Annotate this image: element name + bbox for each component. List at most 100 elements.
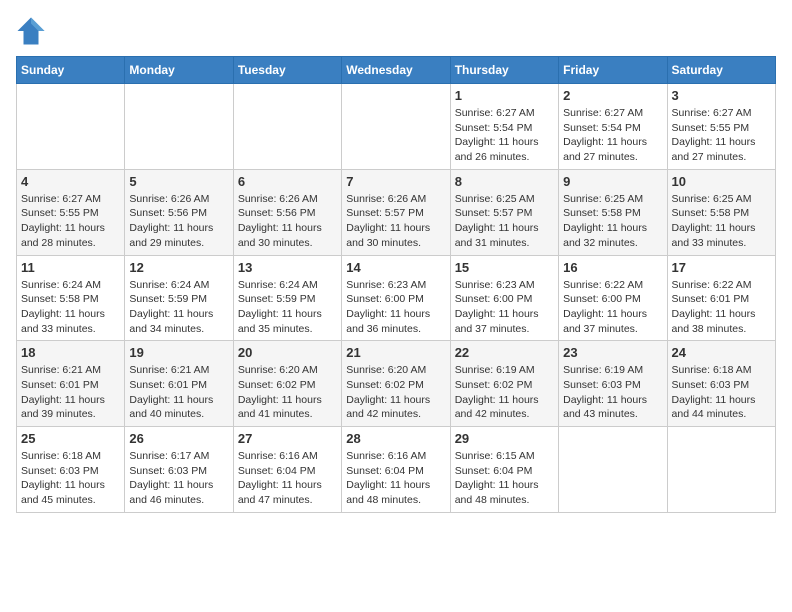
dow-header-thursday: Thursday xyxy=(450,57,558,84)
day-number: 5 xyxy=(129,174,228,189)
day-number: 21 xyxy=(346,345,445,360)
logo xyxy=(16,16,50,46)
calendar-cell xyxy=(667,427,775,513)
calendar-cell: 13Sunrise: 6:24 AM Sunset: 5:59 PM Dayli… xyxy=(233,255,341,341)
day-info: Sunrise: 6:22 AM Sunset: 6:00 PM Dayligh… xyxy=(563,278,662,337)
calendar-cell: 8 Sunrise: 6:25 AM Sunset: 5:57 PM Daylig… xyxy=(450,169,558,255)
calendar-cell: 20 Sunrise: 6:20 AM Sunset: 6:02 PM Dayli… xyxy=(233,341,341,427)
page-header xyxy=(16,16,776,46)
day-info: Sunrise: 6:21 AM Sunset: 6:01 PM Dayligh… xyxy=(129,363,228,422)
day-number: 4 xyxy=(21,174,120,189)
day-number: 24 xyxy=(672,345,771,360)
calendar-cell: 26 Sunrise: 6:17 AM Sunset: 6:03 PM Dayli… xyxy=(125,427,233,513)
calendar-cell: 10 Sunrise: 6:25 AM Sunset: 5:58 PM Dayli… xyxy=(667,169,775,255)
day-number: 28 xyxy=(346,431,445,446)
calendar-cell xyxy=(342,84,450,170)
calendar-week-3: 11 Sunrise: 6:24 AM Sunset: 5:58 PM Dayli… xyxy=(17,255,776,341)
day-number: 18 xyxy=(21,345,120,360)
calendar-cell: 9 Sunrise: 6:25 AM Sunset: 5:58 PM Daylig… xyxy=(559,169,667,255)
dow-header-saturday: Saturday xyxy=(667,57,775,84)
day-info: Sunrise: 6:18 AM Sunset: 6:03 PM Dayligh… xyxy=(21,449,120,508)
calendar-cell: 29 Sunrise: 6:15 AM Sunset: 6:04 PM Dayli… xyxy=(450,427,558,513)
calendar-cell: 11 Sunrise: 6:24 AM Sunset: 5:58 PM Dayli… xyxy=(17,255,125,341)
day-number: 25 xyxy=(21,431,120,446)
day-info: Sunrise: 6:27 AM Sunset: 5:54 PM Dayligh… xyxy=(455,106,554,165)
day-info: Sunrise: 6:24 AM Sunset: 5:59 PM Dayligh… xyxy=(238,278,337,337)
calendar-cell: 15 Sunrise: 6:23 AM Sunset: 6:00 PM Dayli… xyxy=(450,255,558,341)
day-number: 3 xyxy=(672,88,771,103)
calendar-cell: 24Sunrise: 6:18 AM Sunset: 6:03 PM Dayli… xyxy=(667,341,775,427)
calendar-week-1: 1 Sunrise: 6:27 AM Sunset: 5:54 PM Daylig… xyxy=(17,84,776,170)
calendar-body: 1 Sunrise: 6:27 AM Sunset: 5:54 PM Daylig… xyxy=(17,84,776,513)
day-info: Sunrise: 6:20 AM Sunset: 6:02 PM Dayligh… xyxy=(238,363,337,422)
day-number: 27 xyxy=(238,431,337,446)
calendar-cell: 18Sunrise: 6:21 AM Sunset: 6:01 PM Dayli… xyxy=(17,341,125,427)
day-info: Sunrise: 6:27 AM Sunset: 5:55 PM Dayligh… xyxy=(21,192,120,251)
day-number: 1 xyxy=(455,88,554,103)
logo-icon xyxy=(16,16,46,46)
calendar-cell: 23 Sunrise: 6:19 AM Sunset: 6:03 PM Dayli… xyxy=(559,341,667,427)
calendar-cell xyxy=(17,84,125,170)
day-number: 29 xyxy=(455,431,554,446)
calendar-cell: 14 Sunrise: 6:23 AM Sunset: 6:00 PM Dayli… xyxy=(342,255,450,341)
calendar-cell xyxy=(233,84,341,170)
day-number: 9 xyxy=(563,174,662,189)
day-number: 23 xyxy=(563,345,662,360)
day-info: Sunrise: 6:19 AM Sunset: 6:03 PM Dayligh… xyxy=(563,363,662,422)
days-of-week-row: SundayMondayTuesdayWednesdayThursdayFrid… xyxy=(17,57,776,84)
day-info: Sunrise: 6:24 AM Sunset: 5:58 PM Dayligh… xyxy=(21,278,120,337)
calendar-week-4: 18 Sunrise: 6:21 AM Sunset: 6:01 PM Dayli… xyxy=(17,341,776,427)
day-number: 26 xyxy=(129,431,228,446)
day-number: 20 xyxy=(238,345,337,360)
day-number: 10 xyxy=(672,174,771,189)
day-number: 14 xyxy=(346,260,445,275)
day-number: 22 xyxy=(455,345,554,360)
day-info: Sunrise: 6:25 AM Sunset: 5:58 PM Dayligh… xyxy=(563,192,662,251)
day-number: 19 xyxy=(129,345,228,360)
day-info: Sunrise: 6:22 AM Sunset: 6:01 PM Dayligh… xyxy=(672,278,771,337)
day-info: Sunrise: 6:25 AM Sunset: 5:58 PM Dayligh… xyxy=(672,192,771,251)
calendar-week-5: 25 Sunrise: 6:18 AM Sunset: 6:03 PM Dayli… xyxy=(17,427,776,513)
calendar-week-2: 4 Sunrise: 6:27 AM Sunset: 5:55 PM Daylig… xyxy=(17,169,776,255)
day-info: Sunrise: 6:16 AM Sunset: 6:04 PM Dayligh… xyxy=(238,449,337,508)
day-info: Sunrise: 6:23 AM Sunset: 6:00 PM Dayligh… xyxy=(455,278,554,337)
day-info: Sunrise: 6:15 AM Sunset: 6:04 PM Dayligh… xyxy=(455,449,554,508)
calendar-cell: 27 Sunrise: 6:16 AM Sunset: 6:04 PM Dayli… xyxy=(233,427,341,513)
day-info: Sunrise: 6:26 AM Sunset: 5:57 PM Dayligh… xyxy=(346,192,445,251)
day-number: 6 xyxy=(238,174,337,189)
calendar-cell: 28Sunrise: 6:16 AM Sunset: 6:04 PM Dayli… xyxy=(342,427,450,513)
day-number: 15 xyxy=(455,260,554,275)
day-info: Sunrise: 6:24 AM Sunset: 5:59 PM Dayligh… xyxy=(129,278,228,337)
dow-header-monday: Monday xyxy=(125,57,233,84)
calendar-cell: 16 Sunrise: 6:22 AM Sunset: 6:00 PM Dayli… xyxy=(559,255,667,341)
day-info: Sunrise: 6:20 AM Sunset: 6:02 PM Dayligh… xyxy=(346,363,445,422)
calendar-cell: 19 Sunrise: 6:21 AM Sunset: 6:01 PM Dayli… xyxy=(125,341,233,427)
calendar-cell: 7 Sunrise: 6:26 AM Sunset: 5:57 PM Daylig… xyxy=(342,169,450,255)
calendar-cell: 5 Sunrise: 6:26 AM Sunset: 5:56 PM Daylig… xyxy=(125,169,233,255)
dow-header-sunday: Sunday xyxy=(17,57,125,84)
day-info: Sunrise: 6:19 AM Sunset: 6:02 PM Dayligh… xyxy=(455,363,554,422)
day-info: Sunrise: 6:25 AM Sunset: 5:57 PM Dayligh… xyxy=(455,192,554,251)
day-number: 7 xyxy=(346,174,445,189)
day-number: 16 xyxy=(563,260,662,275)
dow-header-wednesday: Wednesday xyxy=(342,57,450,84)
calendar-cell: 2 Sunrise: 6:27 AM Sunset: 5:54 PM Daylig… xyxy=(559,84,667,170)
calendar-cell: 21 Sunrise: 6:20 AM Sunset: 6:02 PM Dayli… xyxy=(342,341,450,427)
calendar-cell: 25 Sunrise: 6:18 AM Sunset: 6:03 PM Dayli… xyxy=(17,427,125,513)
calendar-cell: 17Sunrise: 6:22 AM Sunset: 6:01 PM Dayli… xyxy=(667,255,775,341)
calendar-cell: 3Sunrise: 6:27 AM Sunset: 5:55 PM Daylig… xyxy=(667,84,775,170)
day-info: Sunrise: 6:27 AM Sunset: 5:54 PM Dayligh… xyxy=(563,106,662,165)
day-info: Sunrise: 6:26 AM Sunset: 5:56 PM Dayligh… xyxy=(129,192,228,251)
day-info: Sunrise: 6:17 AM Sunset: 6:03 PM Dayligh… xyxy=(129,449,228,508)
dow-header-friday: Friday xyxy=(559,57,667,84)
calendar-cell: 6Sunrise: 6:26 AM Sunset: 5:56 PM Daylig… xyxy=(233,169,341,255)
day-number: 11 xyxy=(21,260,120,275)
day-number: 2 xyxy=(563,88,662,103)
calendar-cell: 12Sunrise: 6:24 AM Sunset: 5:59 PM Dayli… xyxy=(125,255,233,341)
dow-header-tuesday: Tuesday xyxy=(233,57,341,84)
day-info: Sunrise: 6:23 AM Sunset: 6:00 PM Dayligh… xyxy=(346,278,445,337)
calendar-cell xyxy=(125,84,233,170)
calendar-cell: 4 Sunrise: 6:27 AM Sunset: 5:55 PM Daylig… xyxy=(17,169,125,255)
day-number: 8 xyxy=(455,174,554,189)
calendar-cell xyxy=(559,427,667,513)
